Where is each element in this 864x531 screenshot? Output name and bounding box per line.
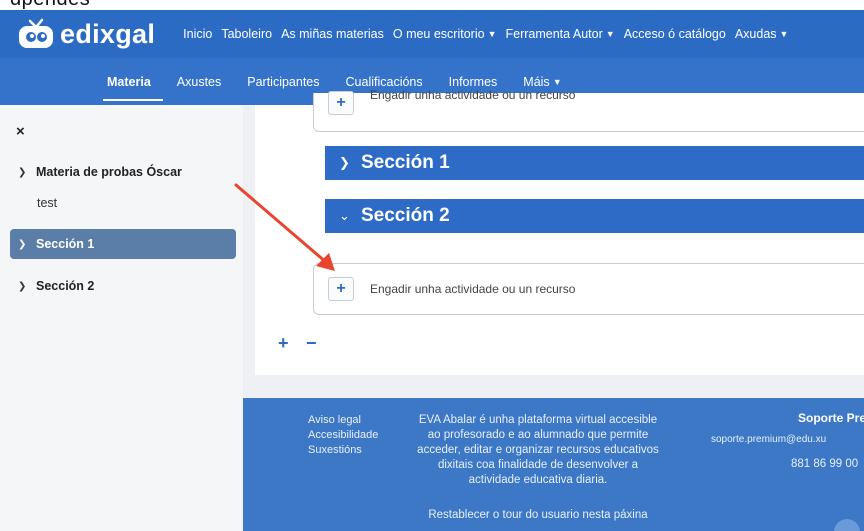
chevron-right-icon: ❯: [339, 155, 350, 170]
topnav-axudas[interactable]: Axudas ▼: [735, 27, 789, 41]
chevron-down-icon: ⌄: [339, 208, 350, 223]
sidebar-section1-label: Sección 1: [36, 237, 95, 251]
chevron-down-icon: ❯: [18, 280, 27, 292]
topnav-taboleiro[interactable]: Taboleiro: [221, 27, 272, 41]
top-nav-menu: Inicio Taboleiro As miñas materias O meu…: [183, 27, 788, 41]
section-title: Sección 1: [361, 152, 450, 173]
site-footer: Aviso legal Accesibilidade Suxestións EV…: [243, 398, 864, 531]
topnav-as-minas-materias[interactable]: As miñas materias: [281, 27, 384, 41]
top-navbar: edixgal Inicio Taboleiro As miñas materi…: [0, 10, 864, 58]
logo-tv-icon: [16, 18, 56, 50]
add-activity-box[interactable]: + Engadir unha actividade ou un recurso: [313, 263, 864, 315]
chevron-down-icon: ▼: [552, 76, 562, 87]
close-icon[interactable]: ×: [16, 123, 25, 140]
chevron-down-icon: ▼: [605, 29, 615, 39]
chevron-down-icon: ❯: [18, 238, 27, 250]
plus-icon[interactable]: +: [328, 277, 354, 301]
chevron-down-icon: ❯: [18, 166, 27, 178]
clipped-top-strip: dpendes: [0, 0, 864, 10]
twitter-icon[interactable]: [834, 519, 860, 531]
chevron-down-icon: ▼: [487, 29, 497, 39]
topnav-acceso-catalogo[interactable]: Acceso ó catálogo: [624, 27, 726, 41]
clipped-top-text: dpendes: [10, 0, 90, 10]
footer-link-aviso-legal[interactable]: Aviso legal: [308, 413, 378, 428]
sidebar-section2-label: Sección 2: [36, 279, 95, 293]
add-section-button[interactable]: +: [278, 333, 289, 354]
section-header-seccion-1[interactable]: ❯ Sección 1: [325, 146, 864, 180]
sidebar-item-seccion-1[interactable]: ❯ Sección 1: [10, 229, 236, 259]
course-sections-card: + Engadir unha actividade ou un recurso …: [255, 88, 864, 375]
section-header-seccion-2[interactable]: ⌄ Sección 2: [325, 199, 864, 233]
remove-section-button[interactable]: −: [306, 333, 317, 354]
footer-links: Aviso legal Accesibilidade Suxestións: [308, 413, 378, 458]
site-logo[interactable]: edixgal: [16, 10, 155, 58]
support-phone: 881 86 99 00: [791, 458, 859, 470]
chevron-down-icon: ▼: [779, 29, 789, 39]
sidebar-course-label: Materia de probas Óscar: [36, 165, 182, 179]
course-index-drawer: × ❯ Materia de probas Óscar test ❯ Secci…: [0, 105, 243, 531]
add-activity-box[interactable]: + Engadir unha actividade ou un recurso: [313, 88, 864, 132]
footer-link-accesibilidade[interactable]: Accesibilidade: [308, 428, 378, 443]
section-title: Sección 2: [361, 205, 450, 226]
topnav-inicio[interactable]: Inicio: [183, 27, 212, 41]
tab-materia[interactable]: Materia: [103, 58, 163, 105]
add-activity-label: Engadir unha actividade ou un recurso: [370, 282, 576, 296]
reset-tour-link[interactable]: Restablecer o tour do usuario nesta páxi…: [383, 509, 693, 521]
sidebar-item-seccion-2[interactable]: ❯ Sección 2: [10, 271, 236, 301]
add-activity-label: Engadir unha actividade ou un recurso: [370, 88, 576, 102]
logo-text: edixgal: [60, 18, 156, 49]
sidebar-item-course[interactable]: ❯ Materia de probas Óscar: [10, 157, 236, 187]
support-email[interactable]: soporte.premium@edu.xu: [711, 434, 826, 445]
plus-icon[interactable]: +: [328, 91, 354, 115]
tab-axustes[interactable]: Axustes: [177, 58, 221, 105]
support-title: Soporte Pre: [798, 411, 864, 425]
topnav-o-meu-escritorio[interactable]: O meu escritorio ▼: [393, 27, 497, 41]
footer-description: EVA Abalar é unha plataforma virtual acc…: [417, 414, 659, 486]
topnav-ferramenta-autor[interactable]: Ferramenta Autor ▼: [506, 27, 615, 41]
sidebar-item-test[interactable]: test: [37, 196, 57, 210]
tab-participantes[interactable]: Participantes: [247, 58, 319, 105]
footer-link-suxestions[interactable]: Suxestións: [308, 443, 378, 458]
